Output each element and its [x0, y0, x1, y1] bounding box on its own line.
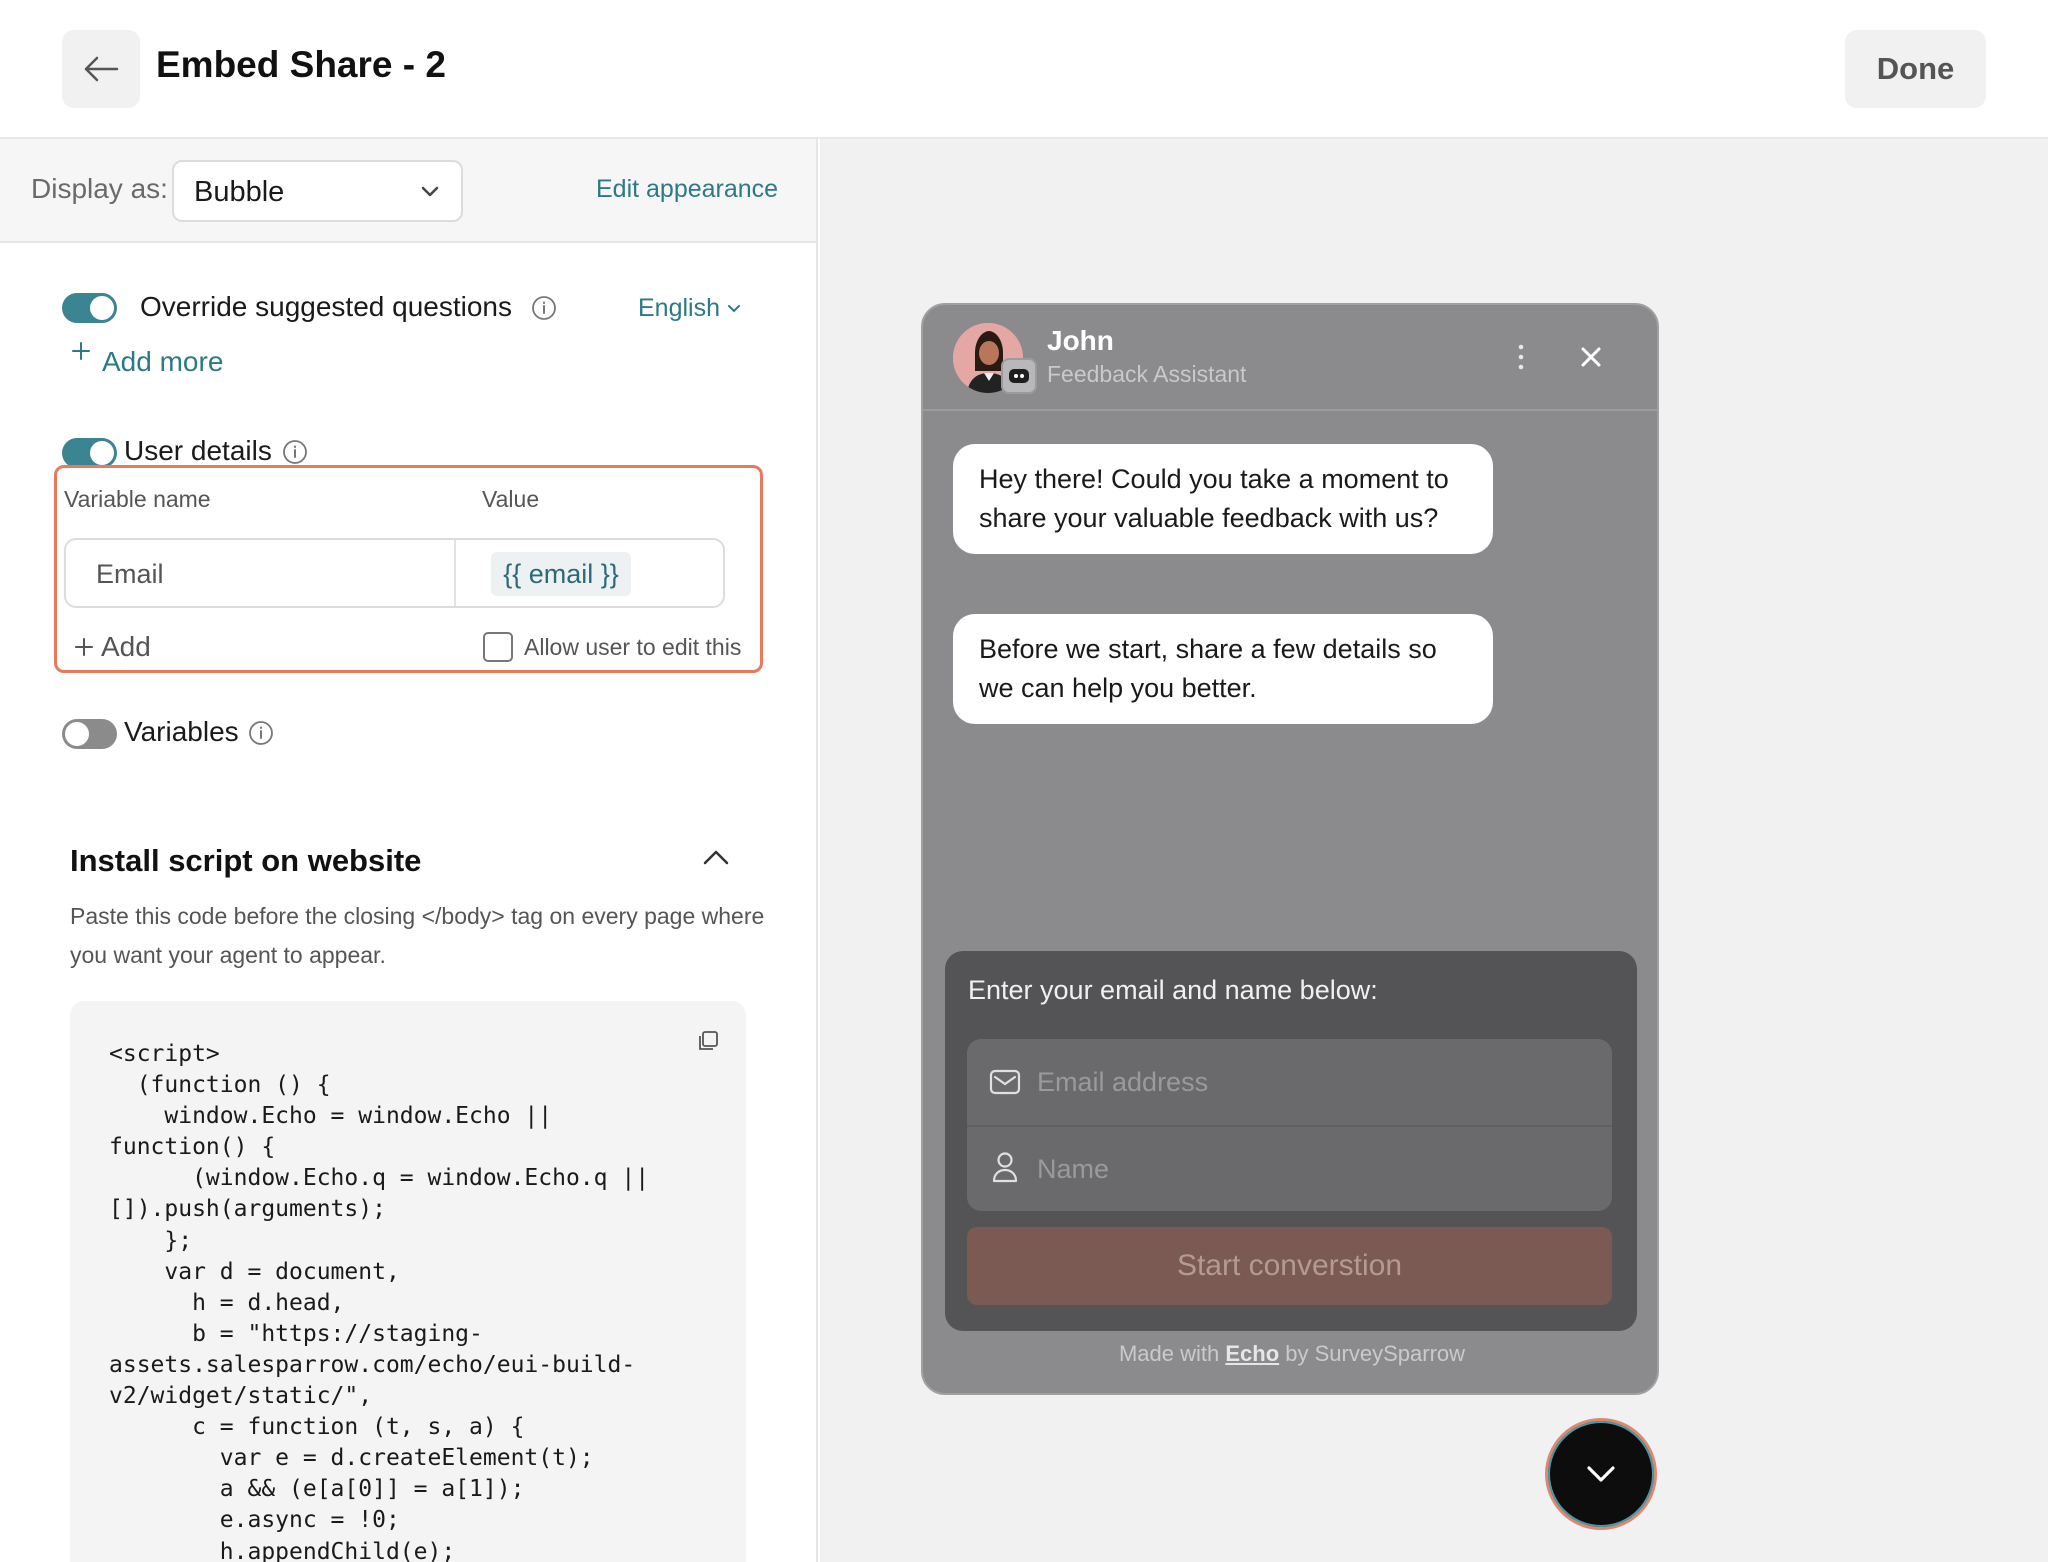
variables-toggle[interactable]: [62, 719, 117, 749]
chevron-down-icon: [1587, 1466, 1615, 1482]
toggle-knob: [90, 441, 114, 465]
display-as-select[interactable]: Bubble: [172, 160, 463, 222]
close-icon[interactable]: [1579, 345, 1603, 369]
override-questions-toggle[interactable]: [62, 293, 117, 323]
user-details-box: Variable name Value Email {{ email }} Ad…: [54, 465, 763, 673]
robot-icon: [1001, 358, 1037, 394]
variable-value-chip[interactable]: {{ email }}: [491, 552, 631, 596]
add-more-link[interactable]: Add more: [102, 346, 223, 378]
user-details-toggle[interactable]: [62, 438, 117, 468]
install-description: Paste this code before the closing </bod…: [70, 903, 765, 968]
toggle-knob: [65, 722, 89, 746]
mail-icon: [989, 1069, 1021, 1095]
more-vertical-icon[interactable]: [1517, 343, 1525, 371]
variable-name-header: Variable name: [64, 486, 211, 512]
info-icon[interactable]: [248, 720, 274, 746]
widget-footer: Made with Echo by SurveySparrow: [923, 1341, 1657, 1367]
form-inputs: Email address Name: [967, 1039, 1612, 1211]
toggle-knob: [90, 296, 114, 320]
agent-role: Feedback Assistant: [1047, 361, 1247, 387]
allow-edit-checkbox[interactable]: [483, 632, 513, 662]
user-details-label: User details: [124, 435, 272, 466]
chevron-down-icon: [728, 305, 740, 313]
user-icon: [992, 1152, 1018, 1183]
widget-toggle-button[interactable]: [1545, 1418, 1657, 1530]
plus-icon: [75, 638, 93, 656]
variables-label: Variables: [124, 716, 239, 747]
language-value: English: [638, 294, 720, 322]
form-title: Enter your email and name below:: [968, 975, 1378, 1005]
widget-header: John Feedback Assistant: [923, 305, 1657, 411]
done-button[interactable]: Done: [1845, 30, 1986, 108]
back-button[interactable]: [62, 30, 140, 108]
agent-name: John: [1047, 325, 1114, 356]
info-icon[interactable]: [531, 295, 557, 321]
info-icon[interactable]: [282, 439, 308, 465]
user-details-form: Enter your email and name below: Email a…: [945, 951, 1637, 1331]
language-dropdown[interactable]: English: [638, 294, 720, 323]
divider: [967, 1125, 1612, 1127]
chevron-down-icon: [421, 186, 439, 197]
back-arrow-icon: [84, 56, 119, 82]
copy-icon[interactable]: [696, 1029, 720, 1053]
display-as-value: Bubble: [194, 176, 285, 208]
code-block[interactable]: <script> (function () { window.Echo = wi…: [70, 1001, 746, 1562]
variable-name-field[interactable]: Email: [96, 559, 164, 590]
start-conversation-button[interactable]: Start converstion: [967, 1227, 1612, 1305]
footer-prefix: Made with: [1118, 1341, 1220, 1366]
top-header: Embed Share - 2 Done: [0, 0, 2048, 139]
display-as-label: Display as:: [31, 173, 168, 204]
divider: [454, 540, 456, 606]
embed-code[interactable]: <script> (function () { window.Echo = wi…: [109, 1039, 649, 1562]
email-field[interactable]: Email address: [1037, 1067, 1208, 1098]
name-field[interactable]: Name: [1037, 1154, 1109, 1185]
allow-edit-label: Allow user to edit this: [524, 634, 742, 660]
chat-message: Hey there! Could you take a moment to sh…: [953, 444, 1493, 554]
override-questions-label: Override suggested questions: [140, 291, 512, 322]
add-variable-button[interactable]: Add: [101, 631, 151, 663]
echo-link[interactable]: Echo: [1225, 1341, 1279, 1366]
display-bar: Display as: Bubble Edit appearance: [0, 139, 816, 243]
settings-panel: Display as: Bubble Edit appearance Overr…: [0, 139, 818, 1562]
variable-row: Email {{ email }}: [64, 538, 725, 608]
footer-suffix: by SurveySparrow: [1285, 1341, 1466, 1366]
install-script-title: Install script on website: [70, 843, 422, 878]
edit-appearance-link[interactable]: Edit appearance: [596, 175, 778, 204]
chat-widget-preview: John Feedback Assistant Hey there! Could…: [921, 303, 1659, 1395]
chevron-up-icon[interactable]: [702, 847, 730, 867]
page-title: Embed Share - 2: [156, 44, 446, 85]
plus-icon: [72, 342, 90, 360]
value-header: Value: [482, 486, 540, 512]
chat-message: Before we start, share a few details so …: [953, 614, 1493, 724]
